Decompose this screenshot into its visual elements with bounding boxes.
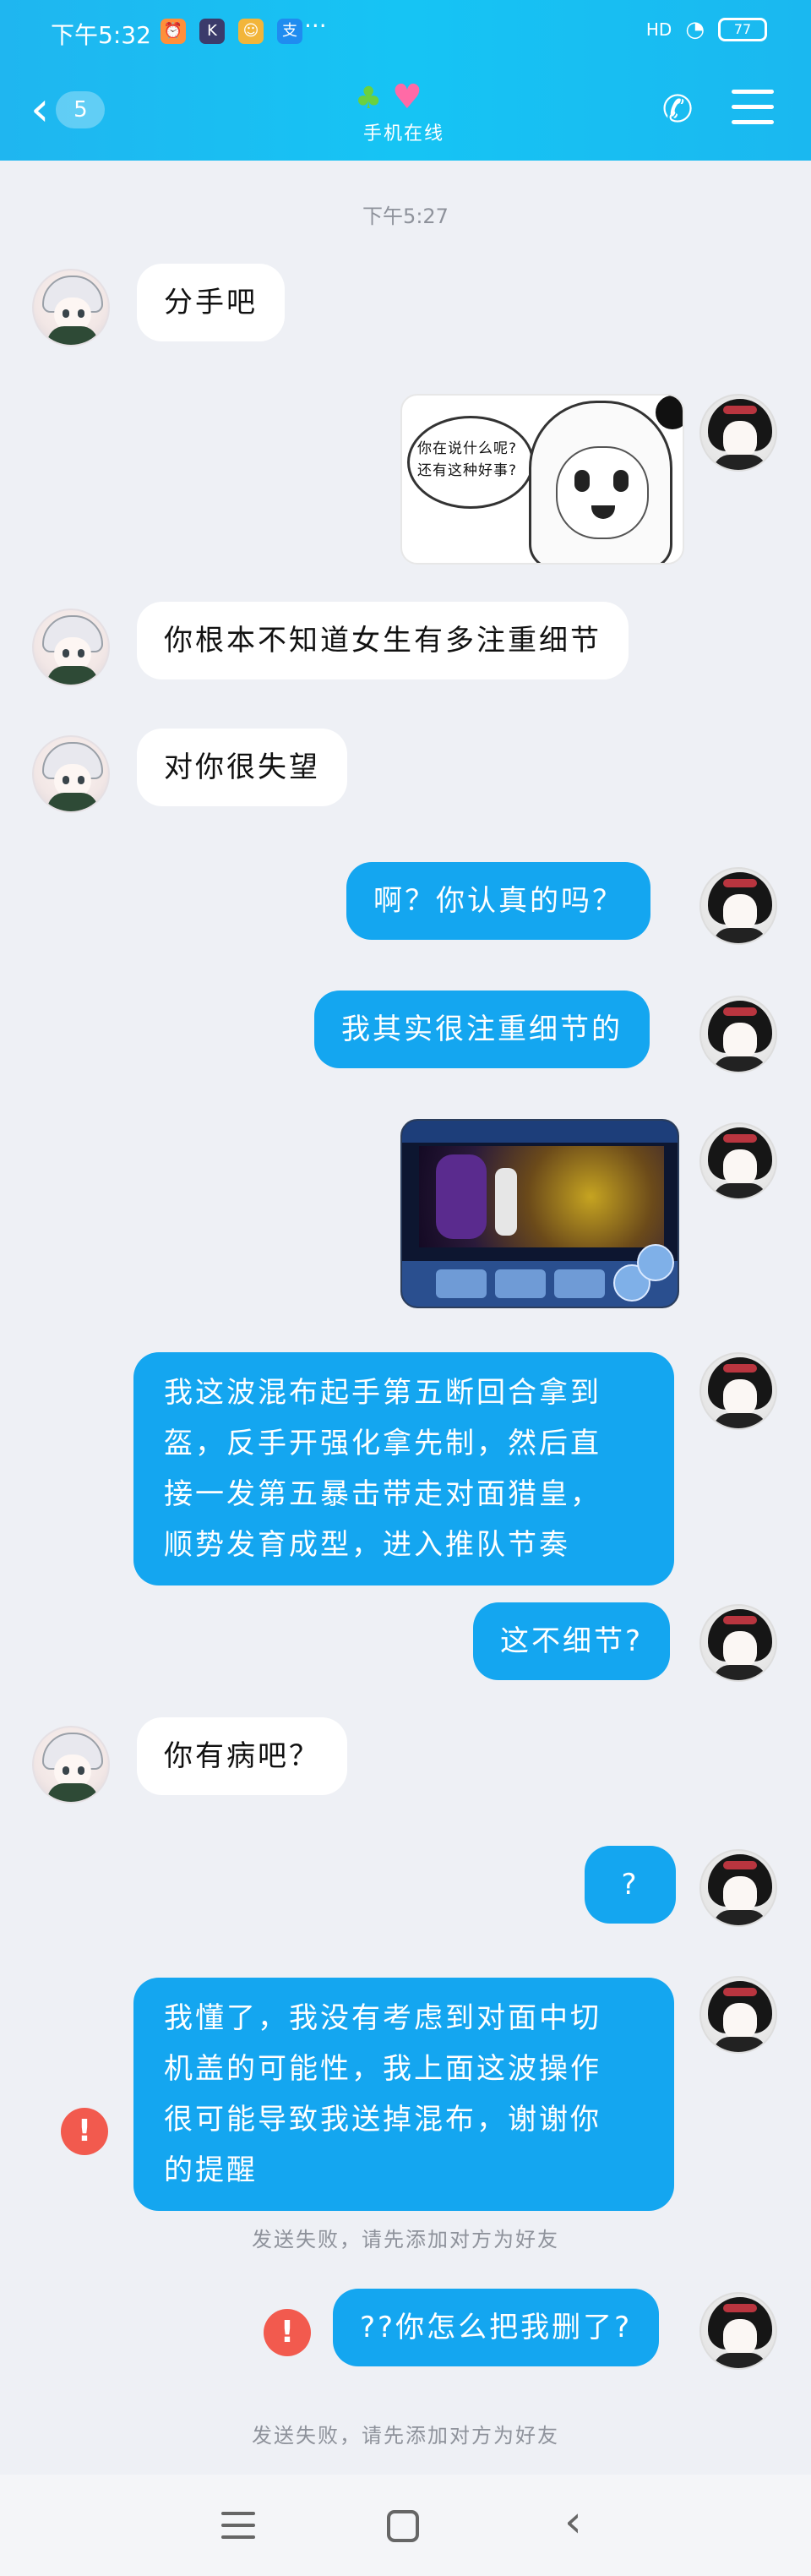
- system-nav-bar: ‹: [0, 2475, 811, 2576]
- message-line: 机盖的可能性，我上面这波操作: [164, 2052, 601, 2086]
- menu-icon[interactable]: [732, 90, 774, 130]
- back-button[interactable]: ‹ 5: [30, 85, 123, 135]
- message-line: 很可能导致我送掉混布，谢谢你: [164, 2103, 601, 2137]
- chat-header: 下午5:32 ⏰ K ☺ 支 ··· HD ◔ 77 ‹ 5 ♣ ♥ 手机在线 …: [0, 0, 811, 161]
- wifi-icon: ◔: [685, 17, 705, 42]
- outgoing-message[interactable]: 我其实很注重细节的: [314, 991, 650, 1068]
- battery-icon: 77: [718, 18, 767, 41]
- send-fail-icon[interactable]: !: [264, 2309, 311, 2356]
- alipay-icon: 支: [277, 19, 302, 44]
- message-line: 我这波混布起手第五断回合拿到: [164, 1376, 601, 1410]
- outgoing-image-game-screenshot[interactable]: [400, 1119, 679, 1308]
- incoming-message[interactable]: 分手吧: [137, 264, 285, 341]
- k-app-icon: K: [199, 19, 225, 44]
- chat-area[interactable]: 下午5:27 分手吧 你在说什么呢? 还有这种好事? 你根本不知道女生有多注重细…: [0, 161, 811, 2475]
- my-avatar[interactable]: [699, 1352, 777, 1430]
- message-line: 盔，反手开强化拿先制，然后直: [164, 1427, 601, 1460]
- back-icon[interactable]: ‹: [564, 2497, 582, 2547]
- contact-avatar[interactable]: [32, 269, 110, 347]
- status-right: HD ◔ 77: [646, 17, 767, 42]
- signal-icon: HD: [645, 19, 672, 40]
- send-fail-notice: 发送失败，请先添加对方为好友: [252, 2228, 559, 2251]
- message-line: 我懂了，我没有考虑到对面中切: [164, 2001, 601, 2035]
- message-line: 的提醒: [164, 2153, 258, 2187]
- status-more-dots: ···: [304, 12, 327, 40]
- my-avatar[interactable]: [699, 1849, 777, 1927]
- status-bar: 下午5:32 ⏰ K ☺ 支 ··· HD ◔ 77: [0, 0, 811, 66]
- outgoing-message[interactable]: 我这波混布起手第五断回合拿到 盔，反手开强化拿先制，然后直 接一发第五暴击带走对…: [133, 1352, 674, 1585]
- my-avatar[interactable]: [699, 867, 777, 945]
- contact-avatar[interactable]: [32, 735, 110, 813]
- send-fail-notice: 发送失败，请先添加对方为好友: [252, 2424, 559, 2448]
- incoming-message[interactable]: 你有病吧？: [137, 1717, 347, 1795]
- outgoing-message[interactable]: ?: [585, 1846, 676, 1924]
- heart-icon: ♥: [392, 78, 422, 117]
- unread-count-badge: 5: [56, 91, 106, 128]
- outgoing-sticker[interactable]: 你在说什么呢? 还有这种好事?: [400, 394, 684, 565]
- alarm-icon: ⏰: [161, 19, 186, 44]
- online-status: 手机在线: [363, 123, 445, 145]
- message-timestamp: 下午5:27: [362, 205, 449, 228]
- send-fail-icon[interactable]: !: [61, 2108, 108, 2155]
- message-line: 顺势发育成型，进入推队节奏: [164, 1528, 570, 1562]
- incoming-message[interactable]: 对你很失望: [137, 729, 347, 806]
- qq-app-icon: ☺: [238, 19, 264, 44]
- outgoing-message[interactable]: 啊？你认真的吗？: [346, 862, 650, 940]
- status-time: 下午5:32: [51, 21, 151, 49]
- recent-apps-icon[interactable]: [221, 2512, 255, 2541]
- contact-avatar[interactable]: [32, 609, 110, 686]
- my-avatar[interactable]: [699, 394, 777, 472]
- my-avatar[interactable]: [699, 996, 777, 1073]
- my-avatar[interactable]: [699, 1604, 777, 1682]
- phone-icon[interactable]: ✆: [656, 88, 699, 132]
- message-line: 接一发第五暴击带走对面猎皇，: [164, 1477, 601, 1511]
- incoming-message[interactable]: 你根本不知道女生有多注重细节: [137, 602, 629, 679]
- back-chevron-icon: ‹: [30, 82, 50, 137]
- outgoing-message[interactable]: 我懂了，我没有考虑到对面中切 机盖的可能性，我上面这波操作 很可能导致我送掉混布…: [133, 1978, 674, 2211]
- outgoing-message[interactable]: ??你怎么把我删了?: [333, 2289, 660, 2366]
- outgoing-message[interactable]: 这不细节?: [473, 1602, 671, 1680]
- home-icon[interactable]: [387, 2510, 419, 2542]
- contact-title[interactable]: ♣ ♥ 手机在线: [321, 78, 490, 145]
- sticker-text: 你在说什么呢? 还有这种好事?: [417, 440, 518, 479]
- contact-avatar[interactable]: [32, 1726, 110, 1804]
- my-avatar[interactable]: [699, 1122, 777, 1200]
- my-avatar[interactable]: [699, 2292, 777, 2370]
- clover-icon: ♣: [355, 81, 383, 116]
- my-avatar[interactable]: [699, 1976, 777, 2054]
